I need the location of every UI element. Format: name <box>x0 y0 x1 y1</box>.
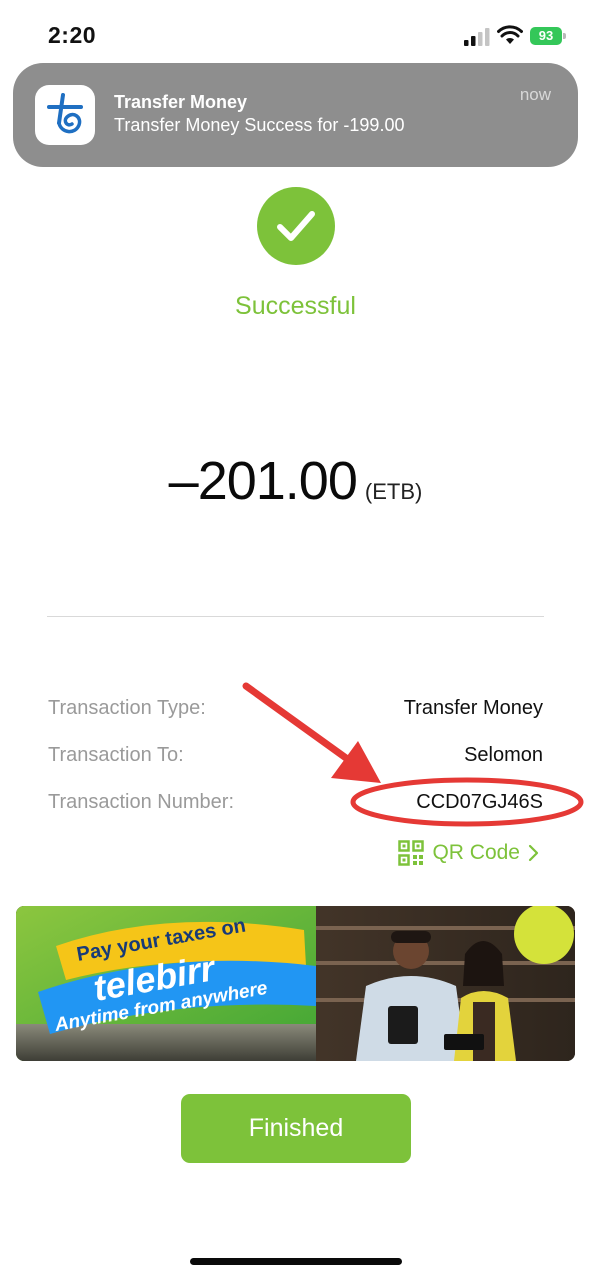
push-notification[interactable]: Transfer Money Transfer Money Success fo… <box>13 63 578 167</box>
qr-code-label: QR Code <box>432 841 520 864</box>
battery-icon: 93 <box>530 27 566 45</box>
transaction-type-label: Transaction Type: <box>48 697 206 719</box>
transaction-type-value: Transfer Money <box>403 697 543 719</box>
notification-title: Transfer Money <box>114 92 248 112</box>
home-indicator[interactable] <box>190 1258 402 1265</box>
battery-level: 93 <box>530 27 562 45</box>
success-check-icon <box>257 187 335 265</box>
transaction-to-value: Selomon <box>464 744 543 766</box>
promo-banner[interactable]: Pay your taxes on telebirr Anytime from … <box>16 906 575 1061</box>
transaction-number-label: Transaction Number: <box>48 791 234 813</box>
telebirr-app-icon <box>35 85 95 145</box>
amount-value: –201.00 <box>168 451 358 511</box>
wifi-icon <box>497 25 523 44</box>
notification-body: Transfer Money Success for -199.00 <box>114 115 405 135</box>
chevron-right-icon <box>528 844 539 862</box>
success-status: Successful <box>235 292 356 320</box>
qr-code-icon <box>398 840 425 866</box>
divider <box>47 616 544 617</box>
cellular-signal-icon <box>464 28 490 46</box>
finished-button[interactable]: Finished <box>181 1094 411 1163</box>
amount-currency: (ETB) <box>364 479 423 504</box>
transaction-to-label: Transaction To: <box>48 744 184 766</box>
amount-display: –201.00 (ETB) <box>0 450 591 512</box>
transaction-number-value: CCD07GJ46S <box>416 791 543 813</box>
notification-time: now <box>519 85 551 104</box>
status-bar: 2:20 93 <box>0 0 591 60</box>
status-time: 2:20 <box>48 22 97 48</box>
qr-code-link[interactable]: QR Code <box>398 839 539 867</box>
